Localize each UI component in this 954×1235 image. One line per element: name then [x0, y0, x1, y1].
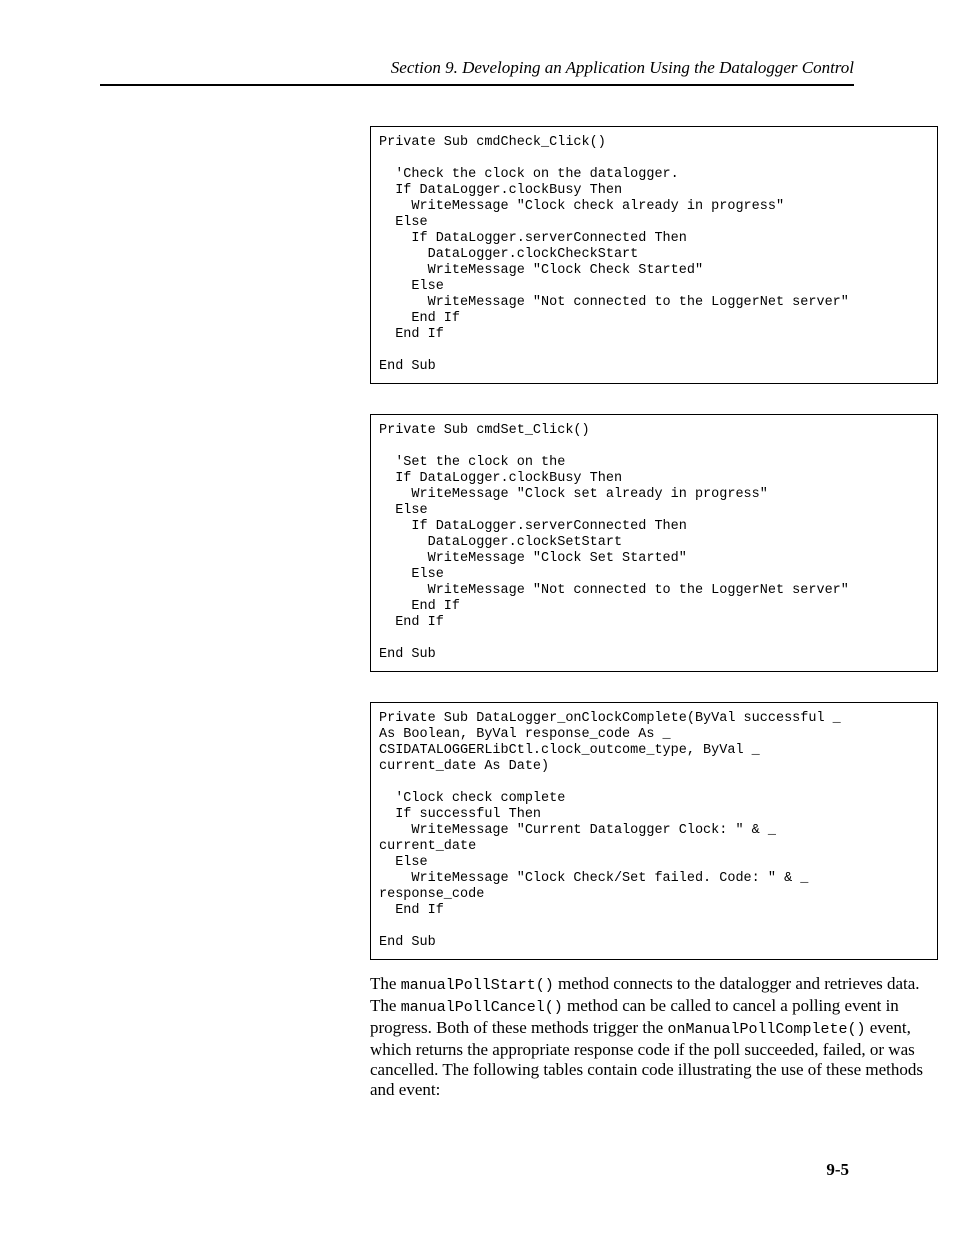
- code-inline-onmanualpollcomplete: onManualPollComplete(): [667, 1021, 865, 1038]
- page: Section 9. Developing an Application Usi…: [0, 0, 954, 1235]
- page-number: 9-5: [826, 1160, 849, 1180]
- code-block-cmdset: Private Sub cmdSet_Click() 'Set the cloc…: [370, 414, 938, 672]
- running-header: Section 9. Developing an Application Usi…: [100, 58, 854, 78]
- code-block-cmdcheck: Private Sub cmdCheck_Click() 'Check the …: [370, 126, 938, 384]
- code-inline-manualpollcancel: manualPollCancel(): [401, 999, 563, 1016]
- code-block-onclockcomplete: Private Sub DataLogger_onClockComplete(B…: [370, 702, 938, 960]
- code-inline-manualpollstart: manualPollStart(): [401, 977, 554, 994]
- content-column: Private Sub cmdCheck_Click() 'Check the …: [370, 86, 945, 1100]
- para-text: The: [370, 974, 401, 993]
- body-paragraph: The manualPollStart() method connects to…: [370, 974, 930, 1100]
